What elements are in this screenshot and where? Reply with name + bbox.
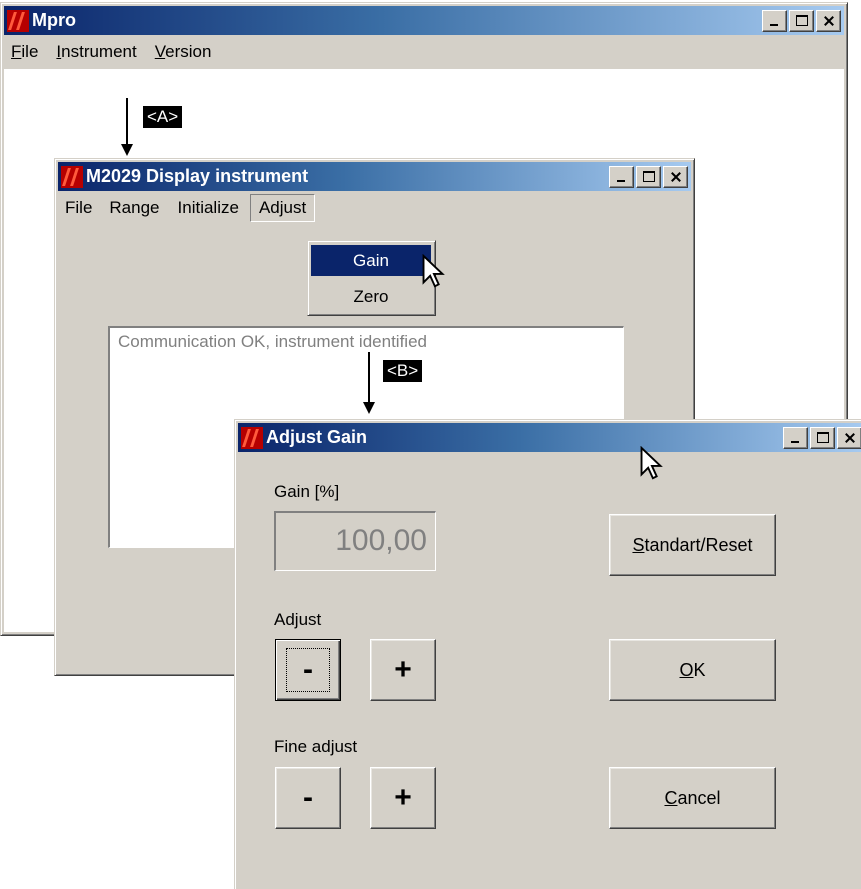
menu-instrument[interactable]: Instrument	[47, 42, 145, 62]
gain-value: 100,00	[335, 524, 427, 557]
standart-reset-label: Standart/Reset	[632, 534, 753, 555]
close-icon[interactable]	[816, 10, 841, 32]
display-titlebar[interactable]: M2029 Display instrument	[58, 162, 691, 191]
menu-initialize[interactable]: Initialize	[169, 198, 248, 218]
adjust-label: Adjust	[274, 610, 322, 629]
mpro-menubar: File Instrument Version	[3, 37, 220, 67]
maximize-icon[interactable]	[636, 166, 661, 188]
adjust-gain-titlebar[interactable]: Adjust Gain	[238, 423, 861, 452]
adjust-minus-button[interactable]: -	[275, 639, 341, 701]
menu-file[interactable]: File	[3, 42, 47, 62]
adjust-minus-label: -	[286, 648, 330, 692]
menu-adjust[interactable]: Adjust	[249, 194, 316, 222]
mpro-window-controls	[760, 10, 841, 32]
arrow-a-head	[121, 144, 133, 156]
arrow-a-line	[126, 98, 128, 145]
maximize-icon[interactable]	[789, 10, 814, 32]
cancel-button[interactable]: Cancel	[609, 767, 776, 829]
callout-b: <B>	[383, 360, 423, 382]
close-icon[interactable]	[663, 166, 688, 188]
menu-item-zero[interactable]: Zero	[311, 281, 431, 312]
callout-a: <A>	[143, 106, 183, 128]
gain-label: Gain [%]	[274, 482, 340, 501]
menu-file[interactable]: File	[59, 198, 100, 218]
adjust-gain-dialog: Adjust Gain Gain [%] 100,00 Standart/Res…	[234, 419, 861, 889]
mouse-pointer-icon	[640, 446, 663, 480]
adjust-gain-title: Adjust Gain	[266, 427, 368, 447]
adjust-gain-window-controls	[781, 427, 861, 449]
adjust-plus-button[interactable]: +	[370, 639, 436, 701]
menu-range[interactable]: Range	[100, 198, 168, 218]
mouse-pointer-icon	[422, 254, 445, 288]
adjust-dropdown: Gain Zero	[307, 240, 436, 316]
display-menubar: File Range Initialize Adjust	[59, 193, 316, 223]
fine-adjust-minus-label: -	[303, 781, 313, 814]
display-title: M2029 Display instrument	[86, 166, 309, 186]
fine-adjust-minus-button[interactable]: -	[275, 767, 341, 829]
mpro-app-icon	[7, 9, 29, 32]
maximize-icon[interactable]	[810, 427, 835, 449]
close-icon[interactable]	[837, 427, 861, 449]
status-text: Communication OK, instrument identified	[118, 332, 427, 351]
arrow-b-head	[363, 402, 375, 414]
fine-adjust-plus-label: +	[394, 781, 412, 814]
cancel-label: Cancel	[664, 787, 721, 808]
arrow-b-line	[368, 352, 370, 404]
standart-reset-button[interactable]: Standart/Reset	[609, 514, 776, 576]
menu-item-gain[interactable]: Gain	[311, 245, 431, 276]
ok-button[interactable]: OK	[609, 639, 776, 701]
menu-version[interactable]: Version	[146, 42, 221, 62]
fine-adjust-plus-button[interactable]: +	[370, 767, 436, 829]
display-app-icon	[61, 165, 83, 188]
mpro-titlebar[interactable]: Mpro	[4, 6, 844, 35]
ok-label: OK	[679, 659, 706, 680]
adjust-plus-label: +	[394, 653, 412, 686]
fine-adjust-label: Fine adjust	[274, 737, 358, 756]
minimize-icon[interactable]	[762, 10, 787, 32]
display-window-controls	[607, 166, 688, 188]
gain-value-field[interactable]: 100,00	[274, 511, 436, 571]
minimize-icon[interactable]	[783, 427, 808, 449]
adjust-gain-app-icon	[241, 426, 263, 449]
mpro-title: Mpro	[32, 10, 76, 30]
minimize-icon[interactable]	[609, 166, 634, 188]
